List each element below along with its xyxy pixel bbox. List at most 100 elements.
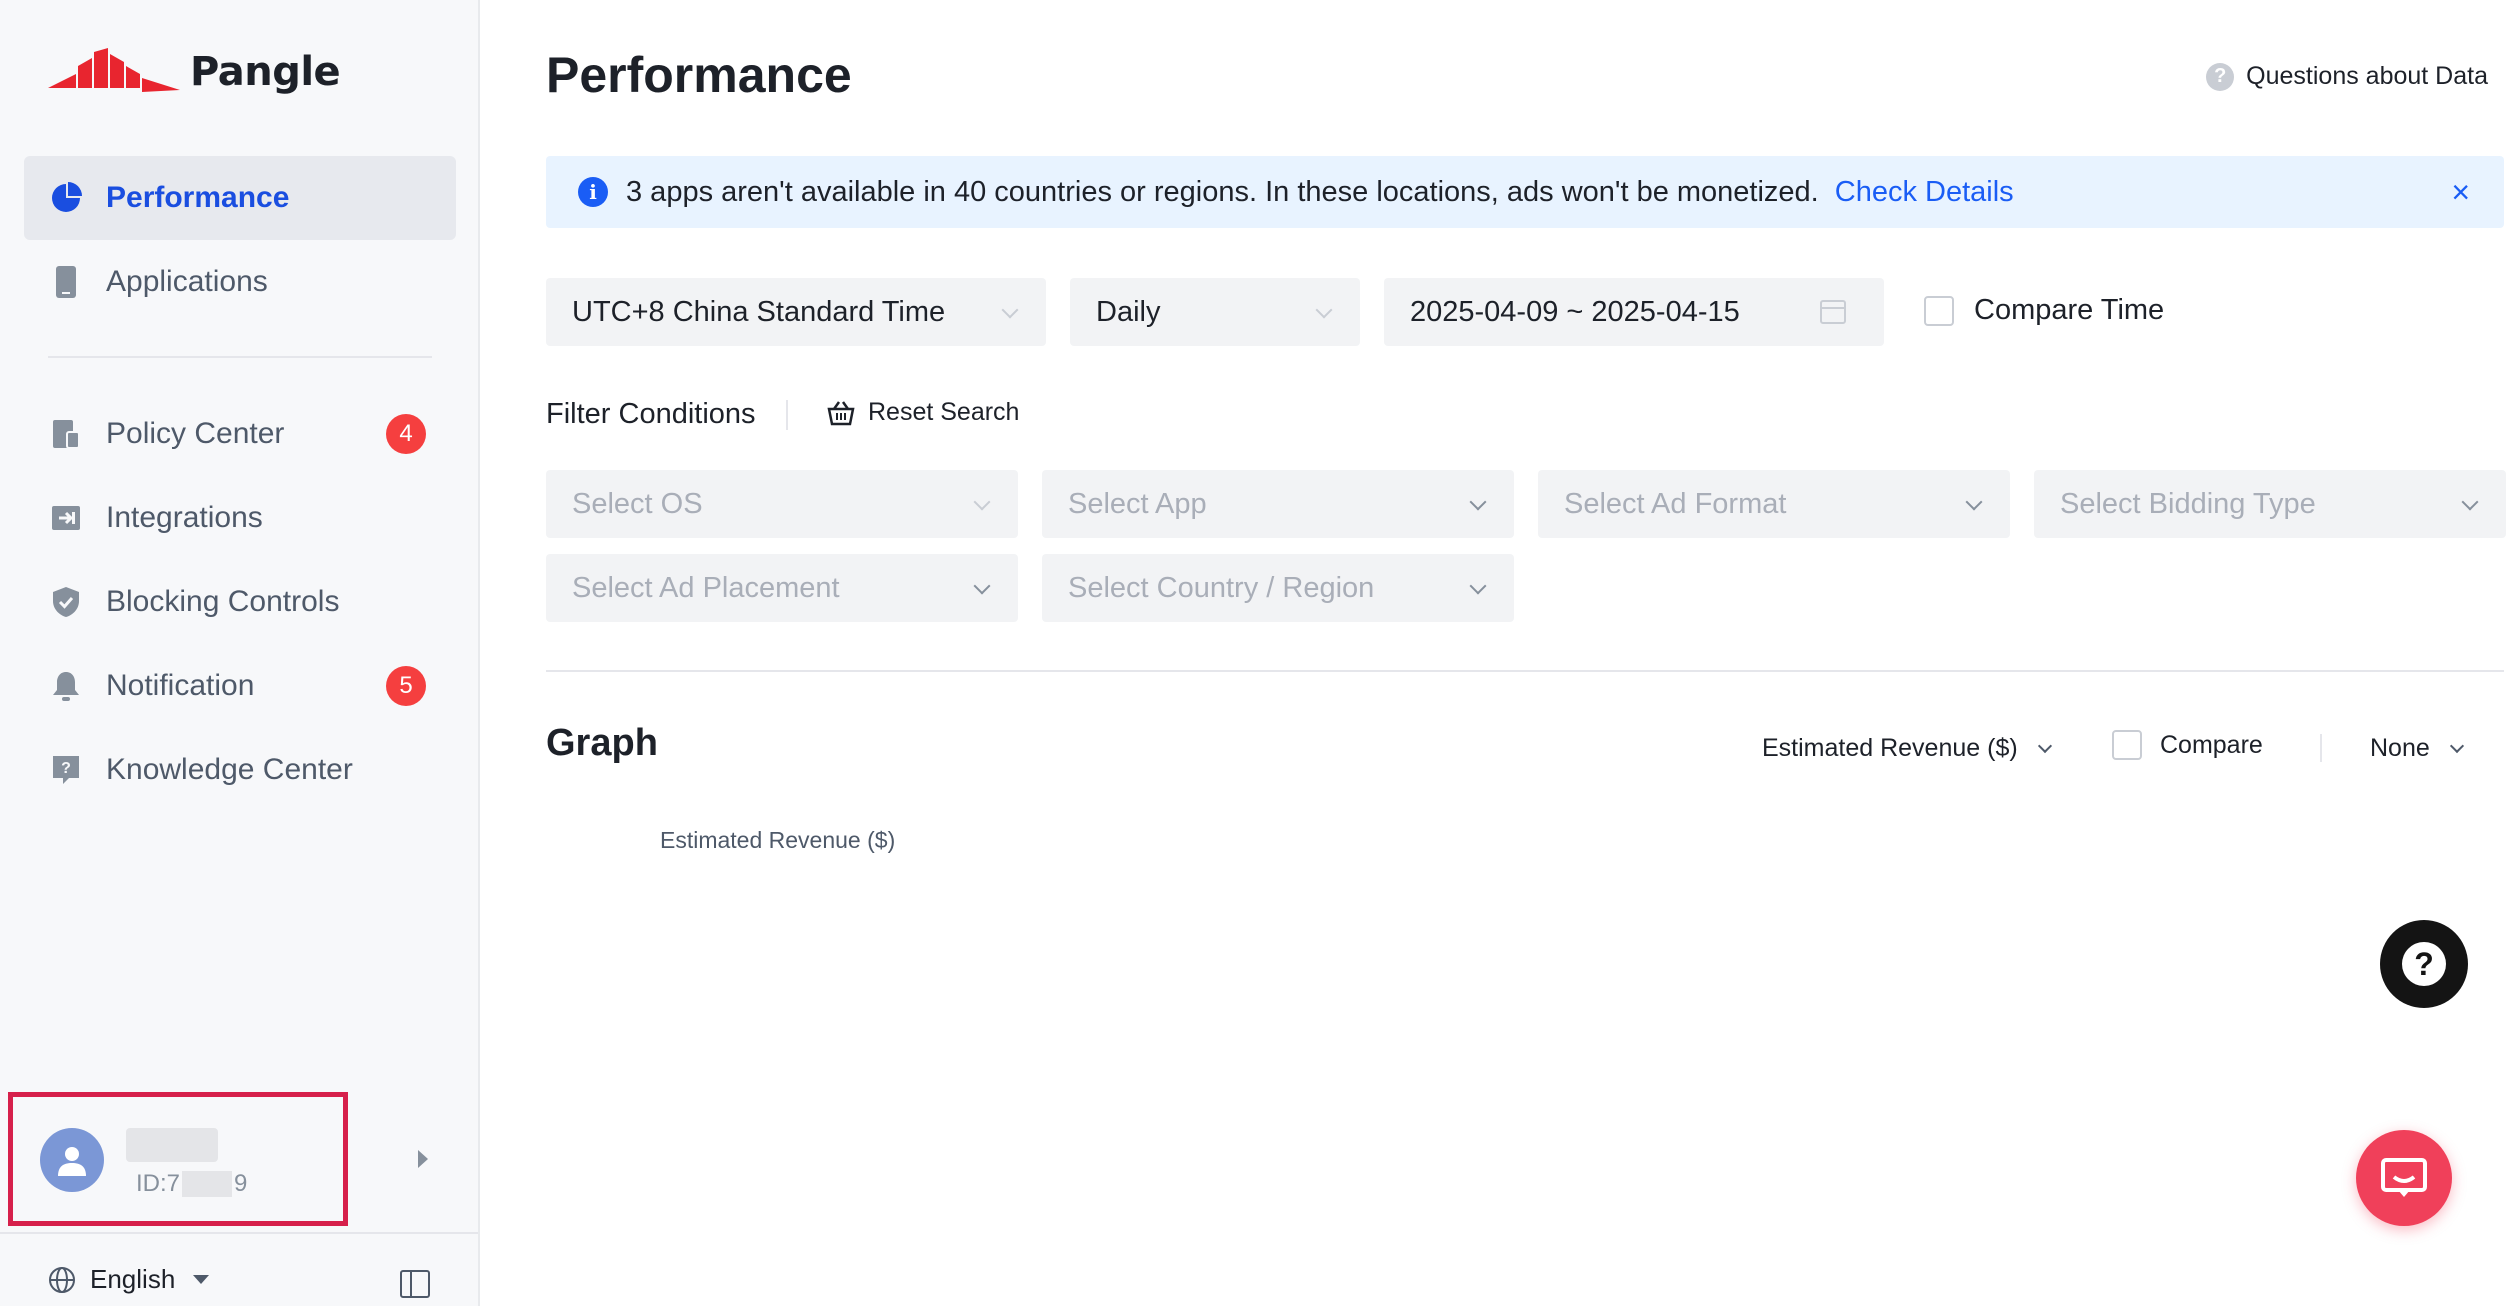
timezone-value: UTC+8 China Standard Time: [572, 295, 946, 328]
graph-compare-toggle[interactable]: Compare: [2112, 730, 2263, 760]
policy-doc-icon: [48, 416, 84, 452]
sidebar-item-label: Performance: [106, 181, 290, 214]
app-select[interactable]: Select App: [1042, 470, 1514, 538]
bidding-type-select[interactable]: Select Bidding Type: [2034, 470, 2506, 538]
sidebar-item-label: Knowledge Center: [106, 753, 353, 786]
pie-chart-icon: [48, 180, 84, 216]
sidebar-divider: [48, 356, 432, 358]
app-placeholder: Select App: [1068, 487, 1207, 520]
filter-divider: [786, 400, 788, 430]
question-book-icon: ?: [48, 752, 84, 788]
sidebar-item-integrations[interactable]: Integrations: [24, 476, 456, 560]
sidebar-item-label: Policy Center: [106, 417, 285, 450]
bidding-type-placeholder: Select Bidding Type: [2060, 487, 2316, 520]
sidebar-item-performance[interactable]: Performance: [24, 156, 456, 240]
shield-icon: [48, 584, 84, 620]
granularity-value: Daily: [1096, 295, 1161, 328]
question-mark-icon: ?: [2402, 942, 2446, 986]
chevron-down-icon: [973, 577, 991, 595]
info-alert-banner: i 3 apps aren't available in 40 countrie…: [546, 156, 2504, 228]
chevron-down-icon: [2037, 738, 2052, 753]
chart-y-axis-label: Estimated Revenue ($): [660, 827, 895, 853]
dimension-select[interactable]: None: [2370, 734, 2464, 763]
svg-text:?: ?: [61, 760, 71, 777]
filter-conditions-label: Filter Conditions: [546, 398, 756, 430]
pangle-logo[interactable]: Pangle: [48, 44, 341, 100]
language-selector[interactable]: English: [48, 1264, 210, 1295]
graph-title: Graph: [546, 722, 658, 764]
bell-icon: [48, 668, 84, 704]
reset-search-label: Reset Search: [868, 398, 1020, 426]
chevron-down-icon: [2449, 738, 2464, 753]
compare-time-checkbox[interactable]: [1924, 295, 1954, 326]
sidebar-item-policy-center[interactable]: Policy Center 4: [24, 392, 456, 476]
chat-button[interactable]: [2356, 1130, 2452, 1226]
os-placeholder: Select OS: [572, 487, 703, 520]
chat-icon: [2381, 1158, 2427, 1197]
chevron-down-icon: [1469, 493, 1487, 511]
chart-svg: Estimated Revenue ($) 10.80.60.4: [660, 827, 895, 853]
chevron-down-icon: [1315, 301, 1333, 319]
compare-time-toggle[interactable]: Compare Time: [1924, 294, 2164, 327]
sidebar-item-label: Integrations: [106, 501, 263, 534]
ad-format-placeholder: Select Ad Format: [1564, 487, 1787, 520]
language-label: English: [90, 1264, 176, 1294]
user-id-suffix: 9: [234, 1170, 248, 1197]
page-title: Performance: [546, 47, 852, 103]
dimension-value: None: [2370, 734, 2430, 762]
sidebar: Pangle Performance Applications Policy C…: [0, 0, 480, 1306]
sidebar-item-label: Applications: [106, 265, 268, 298]
user-name-redacted: [126, 1128, 218, 1162]
sidebar-item-notification[interactable]: Notification 5: [24, 644, 456, 728]
notification-count-badge: 5: [386, 666, 426, 706]
user-id: ID:7 9: [136, 1170, 247, 1198]
chevron-down-icon: [1001, 301, 1019, 319]
info-icon: i: [578, 177, 608, 207]
date-range-value: 2025-04-09 ~ 2025-04-15: [1410, 295, 1740, 328]
section-divider: [546, 670, 2504, 672]
compare-time-label: Compare Time: [1974, 294, 2165, 326]
check-details-link[interactable]: Check Details: [1835, 176, 2014, 209]
user-icon: [58, 1147, 86, 1176]
notification-count-badge: 4: [386, 414, 426, 454]
country-region-placeholder: Select Country / Region: [1068, 571, 1375, 604]
chevron-down-icon: [2461, 493, 2479, 511]
phone-icon: [48, 264, 84, 300]
metric-value: Estimated Revenue ($): [1762, 734, 2018, 762]
ad-placement-select[interactable]: Select Ad Placement: [546, 554, 1018, 622]
timezone-select[interactable]: UTC+8 China Standard Time: [546, 278, 1046, 346]
sidebar-item-blocking-controls[interactable]: Blocking Controls: [24, 560, 456, 644]
ad-placement-placeholder: Select Ad Placement: [572, 571, 840, 604]
user-id-prefix: ID:7: [136, 1170, 181, 1197]
graph-controls-divider: [2320, 734, 2322, 762]
ad-format-select[interactable]: Select Ad Format: [1538, 470, 2010, 538]
help-button[interactable]: ?: [2380, 920, 2468, 1008]
user-id-redacted: [182, 1171, 233, 1197]
chevron-down-icon: [1469, 577, 1487, 595]
calendar-icon: [1820, 300, 1846, 324]
help-circle-icon: ?: [2206, 62, 2235, 91]
avatar[interactable]: [40, 1128, 104, 1192]
logo-text: Pangle: [190, 49, 341, 95]
integration-icon: [48, 500, 84, 536]
country-region-select[interactable]: Select Country / Region: [1042, 554, 1514, 622]
questions-about-data-link[interactable]: ? Questions about Data: [2206, 62, 2488, 91]
granularity-select[interactable]: Daily: [1070, 278, 1360, 346]
sidebar-item-knowledge-center[interactable]: ? Knowledge Center: [24, 728, 456, 812]
questions-label: Questions about Data: [2246, 62, 2488, 90]
metric-select[interactable]: Estimated Revenue ($): [1762, 734, 2052, 763]
graph-compare-checkbox[interactable]: [2112, 730, 2142, 760]
revenue-chart: Estimated Revenue ($) 10.80.60.4: [560, 820, 2460, 1306]
collapse-sidebar-icon[interactable]: [400, 1270, 430, 1298]
sidebar-item-label: Notification: [106, 669, 255, 702]
reset-search-button[interactable]: Reset Search: [826, 398, 1019, 427]
close-icon[interactable]: ×: [2451, 174, 2470, 210]
alert-message: 3 apps aren't available in 40 countries …: [626, 175, 1819, 208]
sidebar-item-applications[interactable]: Applications: [24, 240, 456, 324]
os-select[interactable]: Select OS: [546, 470, 1018, 538]
basket-icon: [826, 400, 856, 426]
date-range-picker[interactable]: 2025-04-09 ~ 2025-04-15: [1384, 278, 1884, 346]
chevron-down-icon: [973, 493, 991, 511]
caret-right-icon[interactable]: [418, 1150, 428, 1168]
pangle-logo-icon: [48, 48, 180, 92]
